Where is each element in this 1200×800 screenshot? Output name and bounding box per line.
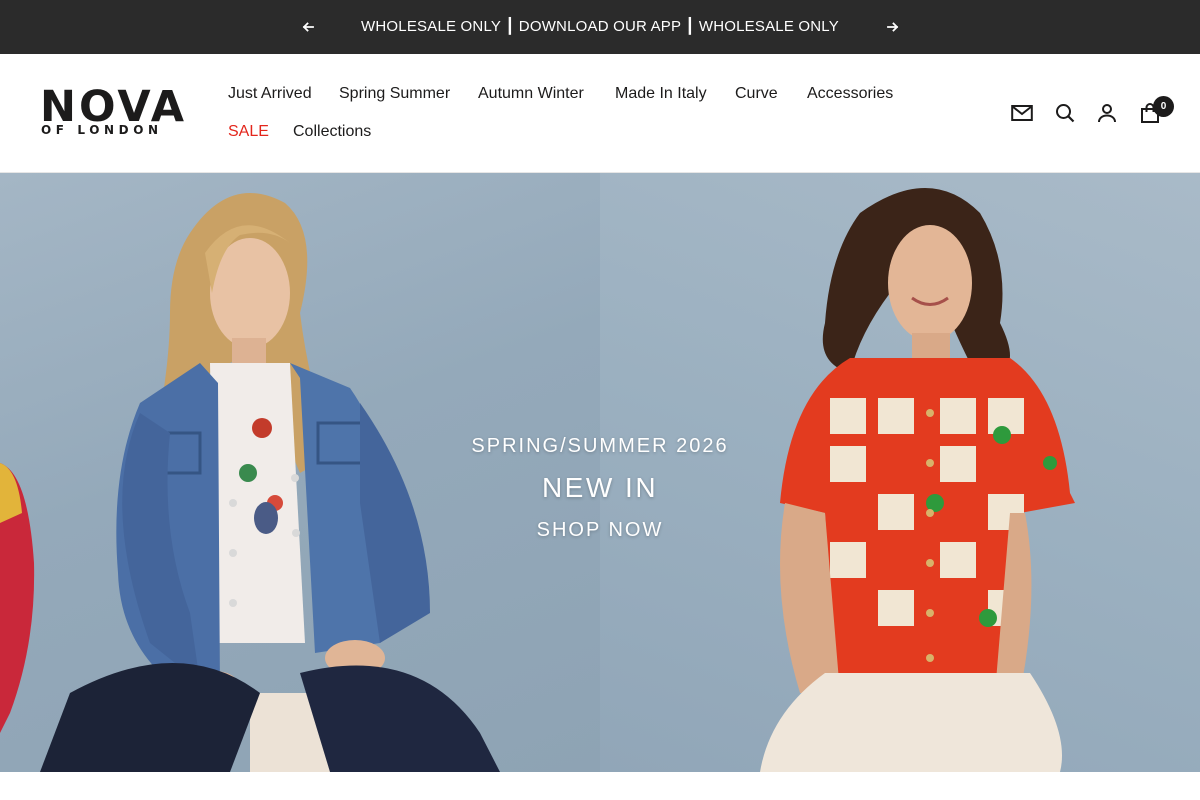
nav-item-autumn-winter[interactable]: Autumn Winter [478,85,584,103]
nav-item-made-in-italy[interactable]: Made In Italy [615,85,707,103]
announcement-bar: WHOLESALE ONLY ┃ DOWNLOAD OUR APP ┃ WHOL… [0,0,1200,54]
arrow-right-icon[interactable] [883,17,903,37]
logo-main: NOVA [40,82,188,132]
logo-sub: OF LONDON [41,123,163,137]
nav-item-sale[interactable]: SALE [228,123,269,141]
nav-item-spring-summer[interactable]: Spring Summer [339,85,450,103]
cart-count-badge: 0 [1153,96,1174,117]
nav-item-curve[interactable]: Curve [735,85,778,103]
user-icon[interactable] [1095,101,1119,125]
page-content-below [0,772,1200,800]
hero-banner[interactable]: SPRING/SUMMER 2026 NEW IN SHOP NOW [0,173,1200,772]
nav-item-collections[interactable]: Collections [293,123,371,141]
announcement-text: WHOLESALE ONLY ┃ DOWNLOAD OUR APP ┃ WHOL… [361,18,839,35]
nav-item-accessories[interactable]: Accessories [807,85,893,103]
arrow-left-icon[interactable] [298,17,318,37]
logo[interactable]: NOVA OF LONDON [40,86,184,139]
shop-now-link[interactable]: SHOP NOW [0,519,1200,542]
search-icon[interactable] [1053,101,1077,125]
hero-kicker: SPRING/SUMMER 2026 [471,435,729,457]
site-header: NOVA OF LONDON Just Arrived Spring Summe… [0,54,1200,173]
hero-title: NEW IN [541,472,659,503]
mail-icon[interactable] [1010,101,1034,125]
nav-item-just-arrived[interactable]: Just Arrived [228,85,312,103]
